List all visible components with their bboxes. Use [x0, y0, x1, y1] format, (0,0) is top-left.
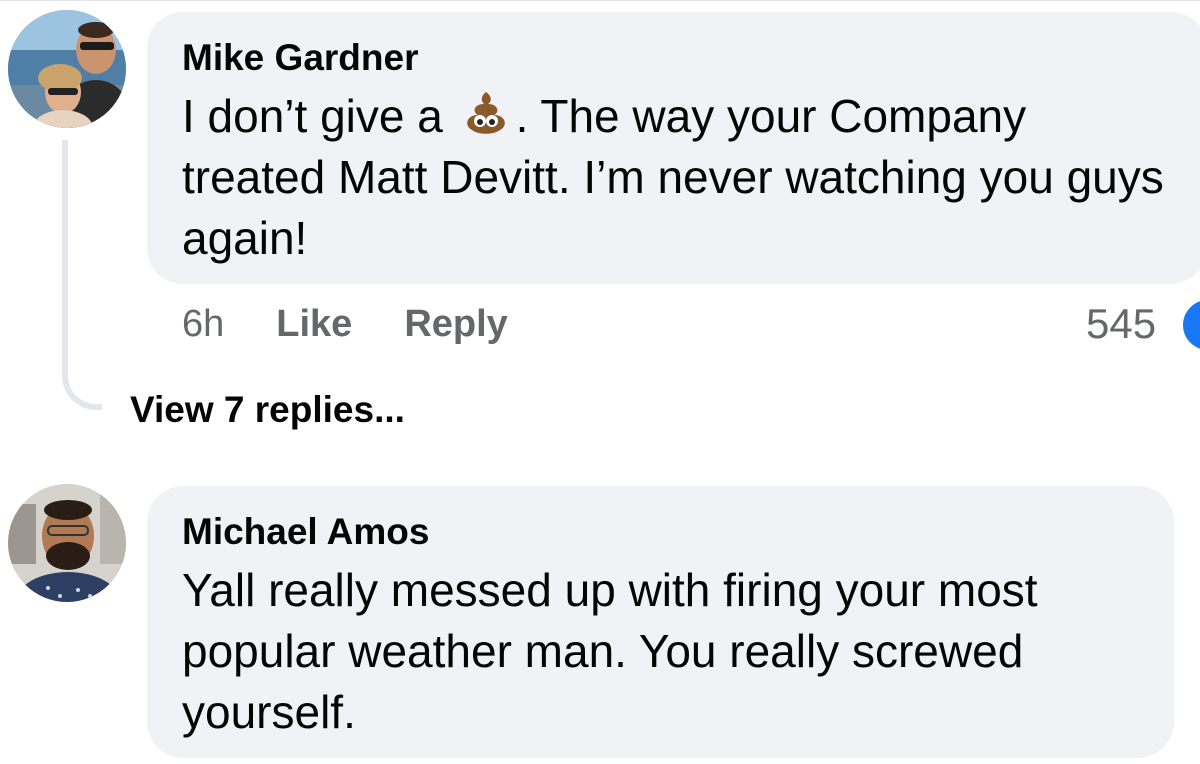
poop-emoji-icon — [458, 90, 514, 136]
avatar-photo — [8, 10, 126, 128]
comment-text: I don’t give a . The way your Company tr… — [182, 86, 1182, 269]
comment-text-part: I don’t give a — [182, 90, 456, 142]
comment-author[interactable]: Mike Gardner — [182, 37, 418, 79]
comment-text: Yall really messed up with firing your m… — [182, 564, 1038, 738]
view-replies-link[interactable]: View 7 replies... — [130, 389, 405, 431]
like-reaction-icon[interactable] — [1183, 300, 1200, 350]
avatar-photo — [8, 484, 126, 602]
avatar-michael-amos[interactable] — [8, 484, 126, 602]
reaction-count[interactable]: 545 — [1086, 300, 1156, 348]
like-button[interactable]: Like — [276, 303, 352, 346]
top-divider — [0, 0, 1200, 7]
comment-actions: 6h Like Reply — [182, 303, 508, 346]
avatar-mike-gardner[interactable] — [8, 10, 126, 128]
comment-timestamp[interactable]: 6h — [182, 303, 224, 346]
reply-thread-line — [62, 140, 102, 410]
reply-button[interactable]: Reply — [404, 303, 507, 346]
comment-author[interactable]: Michael Amos — [182, 511, 429, 553]
